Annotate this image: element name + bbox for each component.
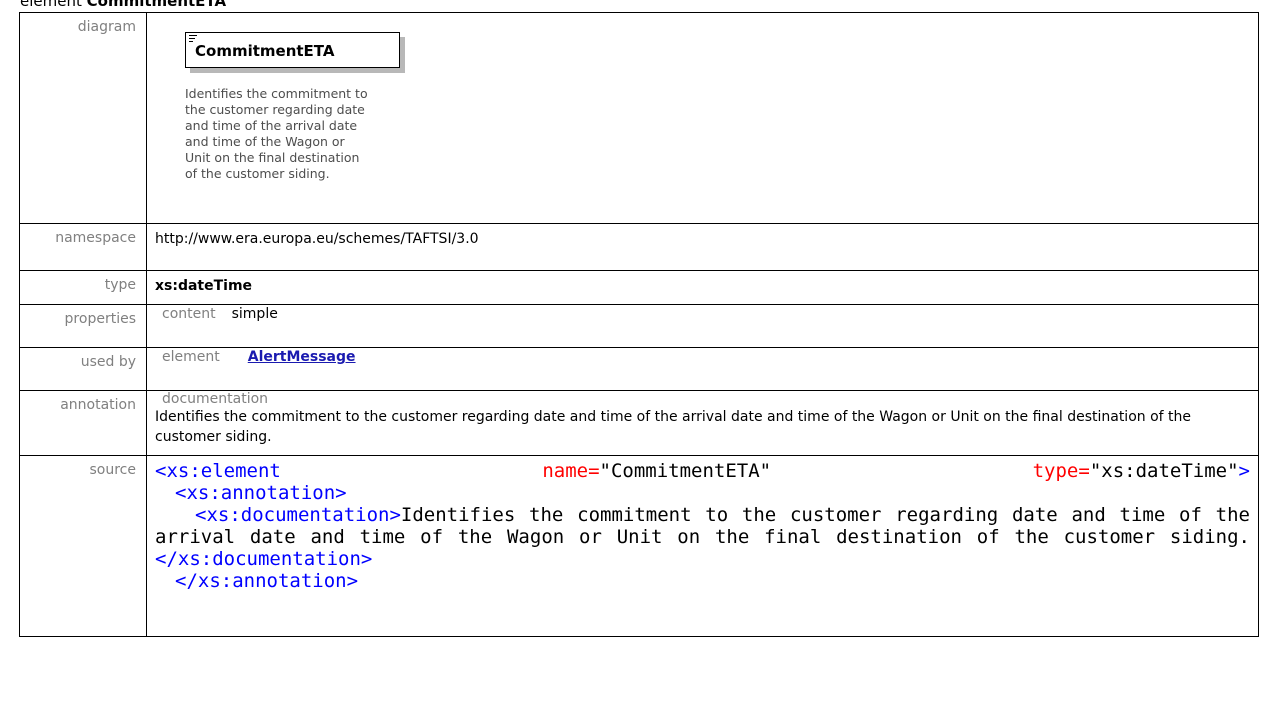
- diagram-doc-line: of the customer siding.: [185, 166, 330, 181]
- xml-annotation-open: <xs:annotation>: [175, 482, 347, 504]
- source-code: <xs:element name="CommitmentETA" type="x…: [155, 460, 1250, 592]
- source-line: <xs:annotation>: [155, 482, 1250, 504]
- row-namespace: namespace http://www.era.europa.eu/schem…: [19, 223, 1259, 271]
- xml-open-tag: <xs:element: [155, 460, 281, 482]
- label-namespace: namespace: [19, 223, 147, 271]
- diagram-doc-line: the customer regarding date: [185, 102, 365, 117]
- diagram-documentation: Identifies the commitment to the custome…: [185, 86, 447, 182]
- row-source: source <xs:element name="CommitmentETA" …: [19, 455, 1259, 637]
- xml-attr-value: "CommitmentETA": [599, 460, 772, 482]
- source-line: <xs:documentation>Identifies the commitm…: [155, 504, 1250, 570]
- type-value: xs:dateTime: [155, 278, 253, 294]
- source-line: <xs:element name="CommitmentETA" type="x…: [155, 460, 1250, 482]
- row-used-by: used by element AlertMessage: [19, 347, 1259, 391]
- xml-documentation-close: </xs:documentation>: [155, 548, 373, 570]
- xml-bracket: >: [1238, 460, 1250, 482]
- row-properties: properties content simple: [19, 304, 1259, 348]
- heading-prefix: element: [20, 0, 82, 10]
- property-key: content: [162, 306, 216, 322]
- diagram-doc-line: Identifies the commitment to: [185, 86, 368, 101]
- element-box[interactable]: CommitmentETA: [185, 32, 405, 73]
- element-diagram: CommitmentETA Identifies the commitment …: [155, 13, 1258, 223]
- xml-attr-name: name=: [542, 460, 600, 482]
- diagram-doc-line: and time of the Wagon or: [185, 134, 345, 149]
- documentation-text: Identifies the commitment to the custome…: [155, 409, 1192, 445]
- namespace-value: http://www.era.europa.eu/schemes/TAFTSI/…: [155, 231, 479, 247]
- documentation-label: documentation: [162, 391, 269, 407]
- row-annotation: annotation documentation Identifies the …: [19, 390, 1259, 456]
- heading-element-name: CommitmentETA: [86, 0, 227, 10]
- alertmessage-link[interactable]: AlertMessage: [248, 349, 356, 365]
- xml-annotation-close: </xs:annotation>: [175, 570, 359, 592]
- property-value: simple: [231, 306, 278, 322]
- xml-documentation-open: <xs:documentation>: [195, 504, 401, 526]
- diagram-element-name: CommitmentETA: [195, 42, 335, 60]
- label-properties: properties: [19, 304, 147, 348]
- xml-attr-name: type=: [1032, 460, 1090, 482]
- element-properties-table: diagram CommitmentETA Identifies the com…: [19, 12, 1259, 637]
- source-line: </xs:annotation>: [155, 570, 1250, 592]
- used-by-kind: element: [162, 349, 220, 365]
- label-diagram: diagram: [19, 12, 147, 224]
- label-used-by: used by: [19, 347, 147, 391]
- label-annotation: annotation: [19, 390, 147, 456]
- row-type: type xs:dateTime: [19, 270, 1259, 305]
- row-diagram: diagram CommitmentETA Identifies the com…: [19, 12, 1259, 224]
- label-source: source: [19, 455, 147, 637]
- label-type: type: [19, 270, 147, 305]
- xml-attr-value: "xs:dateTime": [1089, 460, 1239, 482]
- page-title: element CommitmentETA: [20, 0, 226, 11]
- diagram-doc-line: Unit on the final destination: [185, 150, 360, 165]
- diagram-doc-line: and time of the arrival date: [185, 118, 358, 133]
